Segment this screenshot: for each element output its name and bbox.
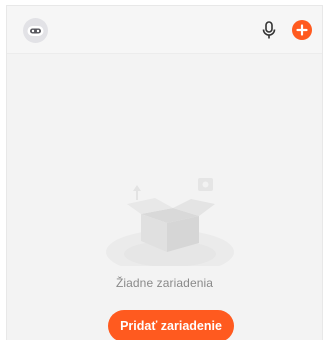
app-window: Žiadne zariadenia Pridať zariadenie (6, 5, 323, 340)
microphone-icon[interactable] (261, 20, 277, 40)
empty-state-message: Žiadne zariadenia (115, 276, 214, 290)
top-bar (7, 6, 322, 54)
empty-box-icon (103, 166, 237, 274)
plus-circle-icon[interactable] (292, 20, 312, 40)
add-device-button[interactable]: Pridať zariadenie (108, 310, 234, 340)
robot-avatar-icon[interactable] (23, 18, 48, 43)
